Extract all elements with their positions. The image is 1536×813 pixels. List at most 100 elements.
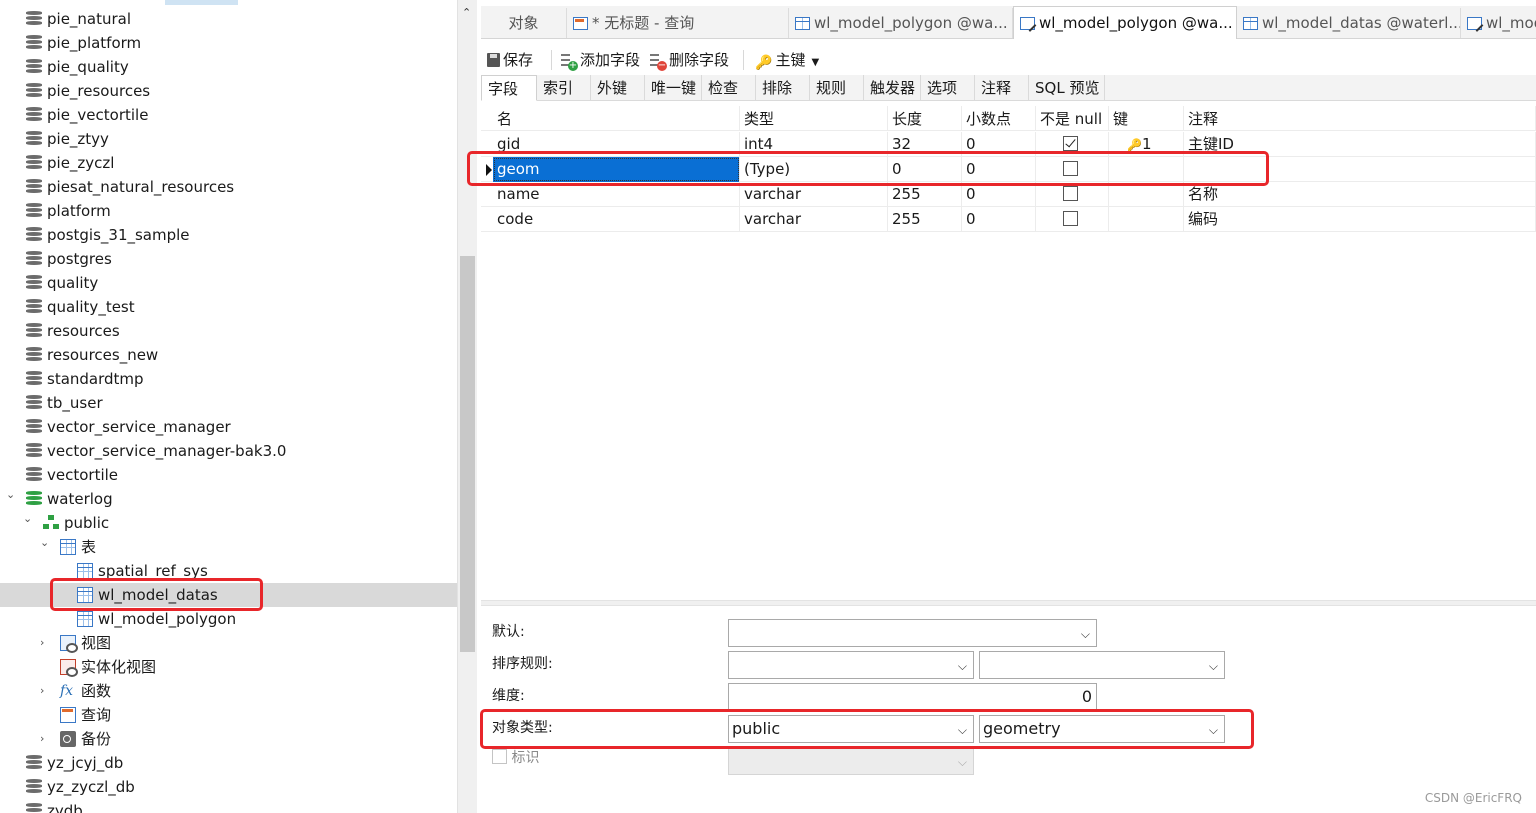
- column-header[interactable]: 注释: [1184, 106, 1536, 131]
- tree-item[interactable]: pie_zyczl: [0, 151, 457, 175]
- field-decimals-cell[interactable]: 0: [962, 132, 1036, 157]
- tree-item[interactable]: 查询: [0, 703, 457, 727]
- tree-item[interactable]: quality: [0, 271, 457, 295]
- object-type-name-combo[interactable]: geometry ⌵: [979, 715, 1225, 743]
- tree-item[interactable]: zydb: [0, 799, 457, 813]
- dropdown-arrow-icon[interactable]: ▼: [811, 57, 819, 68]
- not-null-cell[interactable]: [1036, 207, 1109, 232]
- tree-item[interactable]: pie_ztyy: [0, 127, 457, 151]
- key-cell[interactable]: [1109, 182, 1184, 207]
- not-null-checkbox[interactable]: [1063, 136, 1078, 151]
- chevron-down-icon[interactable]: ⌄: [40, 531, 52, 555]
- key-cell[interactable]: [1109, 207, 1184, 232]
- tree-item[interactable]: pie_platform: [0, 31, 457, 55]
- save-button[interactable]: 保存: [487, 48, 533, 72]
- delete-field-button[interactable]: 删除字段: [650, 48, 729, 72]
- add-field-button[interactable]: 添加字段: [561, 48, 640, 72]
- key-cell[interactable]: 🔑1: [1109, 132, 1184, 157]
- subtab[interactable]: 排除: [756, 75, 810, 101]
- field-name-cell[interactable]: name: [493, 182, 740, 207]
- chevron-right-icon[interactable]: ›: [40, 727, 52, 751]
- field-name-cell[interactable]: gid: [493, 132, 740, 157]
- tree-item[interactable]: ⌄ waterlog: [0, 487, 457, 511]
- column-header[interactable]: 类型: [740, 106, 888, 131]
- field-comment-cell[interactable]: 名称: [1184, 182, 1536, 207]
- not-null-cell[interactable]: [1036, 132, 1109, 157]
- column-header[interactable]: 小数点: [962, 106, 1036, 131]
- tab-wl-model-polygon-design[interactable]: wl_model_polygon @wa...: [1013, 6, 1237, 39]
- tree-item[interactable]: wl_model_datas: [0, 583, 457, 607]
- collation-name-combo[interactable]: ⌵: [979, 651, 1225, 679]
- tree-item[interactable]: postgres: [0, 247, 457, 271]
- subtab[interactable]: 检查: [702, 75, 756, 101]
- field-length-cell[interactable]: 255: [888, 207, 962, 232]
- field-decimals-cell[interactable]: 0: [962, 157, 1036, 182]
- tab-wl-mod[interactable]: wl_mod: [1461, 8, 1536, 38]
- tree-item[interactable]: pie_vectortile: [0, 103, 457, 127]
- subtab[interactable]: 外键: [591, 75, 645, 101]
- tab-wl-model-polygon-1[interactable]: wl_model_polygon @wa...: [789, 8, 1013, 38]
- tree-item[interactable]: vector_service_manager-bak3.0: [0, 439, 457, 463]
- subtab[interactable]: 规则: [810, 75, 864, 101]
- field-name-cell[interactable]: geom: [493, 157, 740, 182]
- dimension-input[interactable]: 0: [728, 683, 1097, 711]
- field-type-cell[interactable]: (Type): [740, 157, 888, 182]
- not-null-checkbox[interactable]: [1063, 161, 1078, 176]
- tree-item[interactable]: standardtmp: [0, 367, 457, 391]
- primary-key-button[interactable]: 🔑 主键 ▼: [755, 48, 819, 72]
- field-name-cell[interactable]: code: [493, 207, 740, 232]
- table-row[interactable]: name varchar 255 0 名称: [481, 182, 1536, 207]
- scroll-up-icon[interactable]: ⌃: [462, 6, 471, 19]
- tree-item[interactable]: pie_resources: [0, 79, 457, 103]
- tree-item[interactable]: tb_user: [0, 391, 457, 415]
- subtab[interactable]: 字段: [481, 75, 537, 101]
- column-header[interactable]: 长度: [888, 106, 962, 131]
- column-header[interactable]: 名: [493, 106, 740, 131]
- tree-scrollbar[interactable]: ⌃: [457, 0, 477, 813]
- identity-checkbox[interactable]: [492, 749, 507, 764]
- tree-item[interactable]: › fx 函数: [0, 679, 457, 703]
- tree-item[interactable]: wl_model_polygon: [0, 607, 457, 631]
- table-row[interactable]: code varchar 255 0 编码: [481, 207, 1536, 232]
- tree-item[interactable]: quality_test: [0, 295, 457, 319]
- tree-item[interactable]: resources_new: [0, 343, 457, 367]
- tree-item[interactable]: pie_quality: [0, 55, 457, 79]
- tab-untitled-query[interactable]: * 无标题 - 查询: [567, 8, 789, 38]
- default-combo[interactable]: ⌵: [728, 619, 1097, 647]
- tree-item[interactable]: yz_jcyj_db: [0, 751, 457, 775]
- identity-checkbox-row[interactable]: 标识: [492, 746, 539, 770]
- key-cell[interactable]: [1109, 157, 1184, 182]
- chevron-right-icon[interactable]: ›: [40, 679, 52, 703]
- not-null-checkbox[interactable]: [1063, 186, 1078, 201]
- tree-item[interactable]: ⌄ public: [0, 511, 457, 535]
- not-null-checkbox[interactable]: [1063, 211, 1078, 226]
- chevron-down-icon[interactable]: ⌄: [23, 507, 35, 531]
- tree-scrollbar-thumb[interactable]: [460, 256, 475, 652]
- field-length-cell[interactable]: 255: [888, 182, 962, 207]
- tree-item[interactable]: pie_natural: [0, 7, 457, 31]
- field-type-cell[interactable]: varchar: [740, 207, 888, 232]
- tree-item[interactable]: ⌄ 表: [0, 535, 457, 559]
- field-type-cell[interactable]: int4: [740, 132, 888, 157]
- tree-item[interactable]: postgis_31_sample: [0, 223, 457, 247]
- not-null-cell[interactable]: [1036, 157, 1109, 182]
- tab-wl-model-datas[interactable]: wl_model_datas @waterl...: [1237, 8, 1461, 38]
- tree-item[interactable]: resources: [0, 319, 457, 343]
- field-type-cell[interactable]: varchar: [740, 182, 888, 207]
- field-decimals-cell[interactable]: 0: [962, 207, 1036, 232]
- subtab[interactable]: SQL 预览: [1029, 75, 1105, 101]
- tree-item[interactable]: › 备份: [0, 727, 457, 751]
- subtab[interactable]: 唯一键: [645, 75, 702, 101]
- chevron-right-icon[interactable]: ›: [40, 631, 52, 655]
- object-type-schema-combo[interactable]: public ⌵: [728, 715, 974, 743]
- field-comment-cell[interactable]: [1184, 157, 1536, 182]
- subtab[interactable]: 触发器: [864, 75, 921, 101]
- table-row[interactable]: geom (Type) 0 0: [481, 157, 1536, 182]
- tree-item[interactable]: platform: [0, 199, 457, 223]
- field-comment-cell[interactable]: 主键ID: [1184, 132, 1536, 157]
- tab-objects[interactable]: 对象: [481, 8, 567, 38]
- tree-item[interactable]: piesat_natural_resources: [0, 175, 457, 199]
- field-decimals-cell[interactable]: 0: [962, 182, 1036, 207]
- tree-item[interactable]: vectortile: [0, 463, 457, 487]
- field-length-cell[interactable]: 32: [888, 132, 962, 157]
